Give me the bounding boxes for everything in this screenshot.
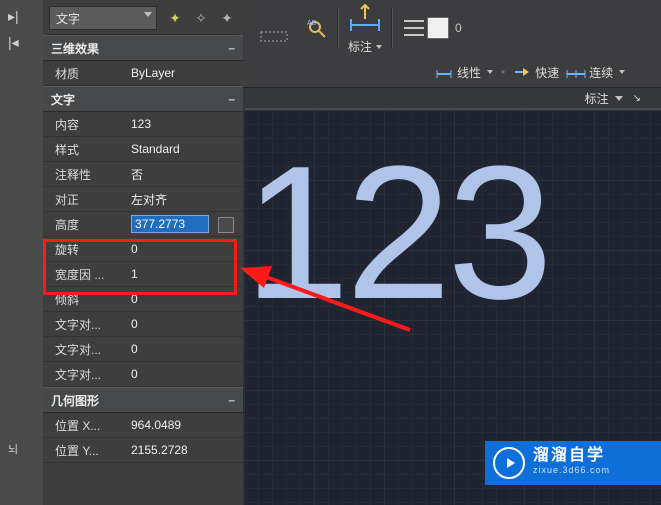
- dock-right-icon[interactable]: ▸|: [8, 8, 19, 25]
- text-tool-icon[interactable]: [257, 8, 307, 48]
- prop-row-annotative[interactable]: 注释性 否: [43, 162, 243, 187]
- section-title: 文字: [51, 91, 75, 108]
- section-title: 三维效果: [51, 40, 99, 57]
- svg-text:AB: AB: [307, 20, 317, 27]
- prop-row-material[interactable]: 材质 ByLayer: [43, 61, 243, 86]
- prop-row-style[interactable]: 样式 Standard: [43, 137, 243, 162]
- color-index: 0: [455, 21, 462, 35]
- cad-text-object[interactable]: 123: [244, 138, 549, 328]
- layer-list-icon[interactable]: [401, 17, 427, 39]
- watermark-url: zixue.3d66.com: [533, 463, 610, 477]
- find-text-icon[interactable]: AB: [307, 19, 329, 37]
- color-swatch[interactable]: [427, 17, 449, 39]
- dialog-launcher-icon[interactable]: ↘: [633, 93, 641, 104]
- select-objects-icon[interactable]: ✦: [217, 8, 237, 28]
- prop-row-text-align-3[interactable]: 文字对... 0: [43, 362, 243, 387]
- prop-row-oblique[interactable]: 倾斜 0: [43, 287, 243, 312]
- continue-dim-dropdown[interactable]: 连续: [567, 64, 625, 81]
- prop-row-text-align-1[interactable]: 文字对... 0: [43, 312, 243, 337]
- height-input[interactable]: [131, 215, 209, 233]
- prop-row-width-factor[interactable]: 宽度因 ... 1: [43, 262, 243, 287]
- ribbon-footer-label: 标注: [585, 90, 609, 107]
- prop-row-height[interactable]: 高度: [43, 212, 243, 237]
- collapse-icon: –: [228, 393, 235, 407]
- chevron-down-icon: [487, 70, 493, 74]
- collapse-icon: –: [228, 92, 235, 106]
- combo-label: 文字: [56, 10, 80, 27]
- prop-row-pos-y[interactable]: 位置 Y... 2155.2728: [43, 438, 243, 463]
- dock-left-icon[interactable]: |◂: [8, 34, 19, 51]
- play-icon: [493, 447, 525, 479]
- add-selection-icon[interactable]: ✦: [165, 8, 185, 28]
- section-header-text[interactable]: 文字 –: [43, 86, 243, 112]
- dimension-icon: [347, 5, 383, 31]
- section-header-geometry[interactable]: 几何图形 –: [43, 387, 243, 413]
- section-header-3d-effects[interactable]: 三维效果 –: [43, 35, 243, 61]
- prop-row-pos-x[interactable]: 位置 X... 964.0489: [43, 413, 243, 438]
- dimension-label: 标注: [348, 38, 372, 55]
- panel-handle-icon[interactable]: 뇌: [8, 445, 17, 456]
- quick-select-icon[interactable]: ✧: [191, 8, 211, 28]
- section-title: 几何图形: [51, 392, 99, 409]
- watermark-title: 溜溜自学: [533, 449, 610, 463]
- quick-dim-button[interactable]: 快速: [513, 64, 559, 81]
- chevron-down-icon: [619, 70, 625, 74]
- collapse-icon: –: [228, 41, 235, 55]
- drawing-viewport[interactable]: 123 溜溜自学 zixue.3d66.com: [244, 110, 661, 505]
- calculator-icon[interactable]: [218, 217, 234, 233]
- chevron-down-icon: [376, 45, 382, 49]
- prop-row-content[interactable]: 内容 123: [43, 112, 243, 137]
- dimension-dropdown[interactable]: 标注: [347, 0, 383, 55]
- prop-row-rotation[interactable]: 旋转 0: [43, 237, 243, 262]
- ribbon-panel: AB 标注: [243, 0, 661, 108]
- prop-row-text-align-2[interactable]: 文字对... 0: [43, 337, 243, 362]
- linetype-dropdown[interactable]: 线性: [435, 64, 493, 81]
- chevron-down-icon[interactable]: [615, 96, 623, 101]
- properties-panel: 文字 ✦ ✧ ✦ 三维效果 – 材质 ByLayer 文字 – 内容 123: [43, 0, 244, 505]
- object-type-combo[interactable]: 文字: [49, 6, 157, 30]
- chevron-down-icon: [144, 12, 152, 17]
- prop-row-justify[interactable]: 对正 左对齐: [43, 187, 243, 212]
- watermark-badge: 溜溜自学 zixue.3d66.com: [485, 441, 661, 485]
